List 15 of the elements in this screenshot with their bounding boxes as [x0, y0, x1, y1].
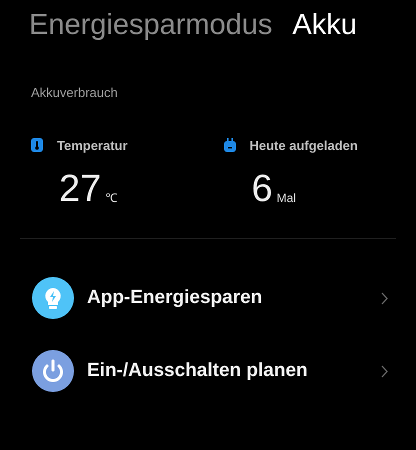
stat-value: 6: [252, 169, 273, 209]
stat-value: 27: [59, 169, 102, 209]
stat-label: Temperatur: [57, 136, 128, 155]
tab[interactable]: Akku: [292, 6, 357, 44]
plug-icon: [224, 138, 236, 152]
menu-item[interactable]: Ein-/Ausschalten planen: [0, 350, 416, 392]
stat-unit: Mal: [276, 190, 296, 207]
menu-item[interactable]: App-Energiesparen: [0, 277, 416, 319]
thermometer-icon: [31, 138, 43, 152]
stat-label: Heute aufgeladen: [250, 136, 358, 155]
tab[interactable]: Energiesparmodus: [29, 6, 272, 44]
section-title: Akkuverbrauch: [31, 84, 119, 102]
chevron-right-icon: [381, 364, 388, 378]
chevron-right-icon: [381, 292, 388, 304]
stat-unit: ℃: [105, 190, 118, 207]
